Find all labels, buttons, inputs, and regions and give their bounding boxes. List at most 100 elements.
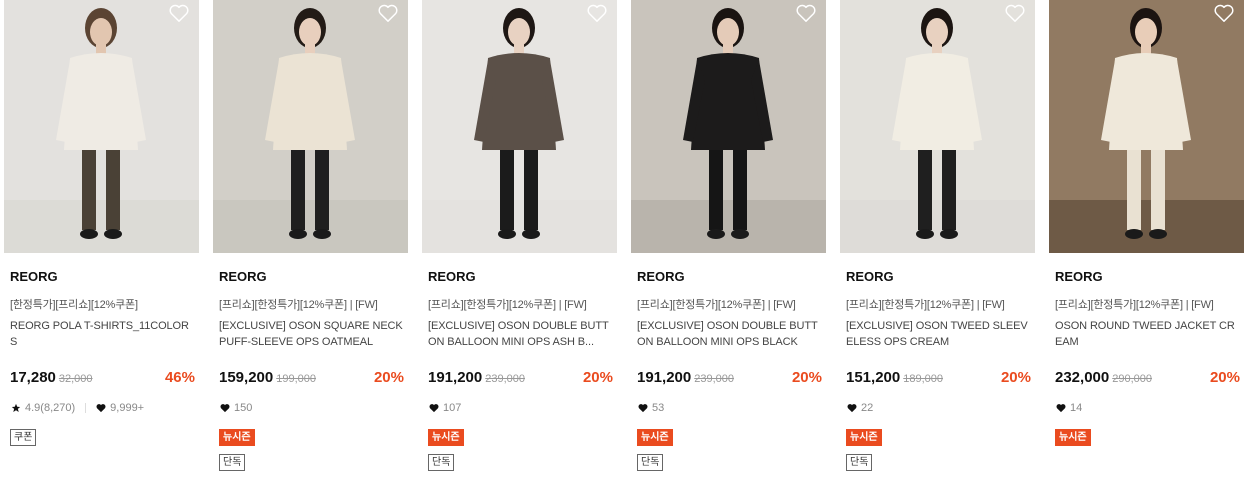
likes: 150 <box>220 402 252 414</box>
divider <box>85 403 87 413</box>
likes-count: 22 <box>861 402 874 414</box>
product-name[interactable]: [EXCLUSIVE] OSON SQUARE NECK PUFF-SLEEVE… <box>219 318 405 350</box>
product-photo[interactable] <box>1049 0 1244 253</box>
product-grid: REORG [한정특가][프리쇼][12%쿠폰] REORG POLA T-SH… <box>4 0 1245 478</box>
product-card[interactable]: REORG [프리쇼][한정특가][12%쿠폰] | [FW] [EXCLUSI… <box>213 0 408 478</box>
wishlist-heart-icon[interactable] <box>795 3 817 23</box>
wishlist-heart-icon[interactable] <box>168 3 190 23</box>
product-name[interactable]: OSON ROUND TWEED JACKET CREAM <box>1055 318 1241 350</box>
original-price: 32,000 <box>58 373 93 385</box>
product-card[interactable]: REORG [프리쇼][한정특가][12%쿠폰] | [FW] OSON ROU… <box>1049 0 1244 478</box>
discount-rate: 20% <box>582 369 613 386</box>
likes: 14 <box>1056 402 1082 414</box>
promo-tags: [프리쇼][한정특가][12%쿠폰] | [FW] <box>637 299 796 311</box>
heart-icon <box>220 404 230 413</box>
product-card[interactable]: REORG [프리쇼][한정특가][12%쿠폰] | [FW] [EXCLUSI… <box>840 0 1035 478</box>
product-name[interactable]: REORG POLA T-SHIRTS_11COLORS <box>10 318 196 350</box>
brand-name[interactable]: REORG <box>428 269 476 284</box>
likes: 107 <box>429 402 461 414</box>
wishlist-heart-icon[interactable] <box>586 3 608 23</box>
new-season-badge: 뉴시즌 <box>637 429 673 446</box>
product-photo[interactable] <box>422 0 617 253</box>
sale-price: 191,200 <box>428 369 483 386</box>
wishlist-heart-icon[interactable] <box>1004 3 1026 23</box>
promo-tags: [한정특가][프리쇼][12%쿠폰] <box>10 299 138 311</box>
product-photo[interactable] <box>631 0 826 253</box>
discount-rate: 20% <box>1209 369 1240 386</box>
promo-tags: [프리쇼][한정특가][12%쿠폰] | [FW] <box>219 299 378 311</box>
sale-price: 232,000 <box>1055 369 1110 386</box>
wishlist-heart-icon[interactable] <box>1213 3 1235 23</box>
heart-icon <box>1056 404 1066 413</box>
exclusive-badge: 단독 <box>428 454 455 471</box>
promo-tags: [프리쇼][한정특가][12%쿠폰] | [FW] <box>846 299 1005 311</box>
product-name[interactable]: [EXCLUSIVE] OSON DOUBLE BUTTON BALLOON M… <box>428 318 614 350</box>
coupon-badge: 쿠폰 <box>10 429 37 446</box>
exclusive-badge: 단독 <box>846 454 873 471</box>
product-name[interactable]: [EXCLUSIVE] OSON TWEED SLEEVELESS OPS CR… <box>846 318 1032 350</box>
new-season-badge: 뉴시즌 <box>219 429 255 446</box>
brand-name[interactable]: REORG <box>10 269 58 284</box>
original-price: 239,000 <box>694 373 734 385</box>
product-name[interactable]: [EXCLUSIVE] OSON DOUBLE BUTTON BALLOON M… <box>637 318 823 350</box>
product-card[interactable]: REORG [프리쇼][한정특가][12%쿠폰] | [FW] [EXCLUSI… <box>422 0 617 478</box>
sale-price: 159,200 <box>219 369 274 386</box>
brand-name[interactable]: REORG <box>219 269 267 284</box>
exclusive-badge: 단독 <box>637 454 664 471</box>
heart-icon <box>96 404 106 413</box>
price: 17,280 32,000 <box>10 369 93 386</box>
product-photo[interactable] <box>4 0 199 253</box>
product-image[interactable] <box>4 0 199 253</box>
promo-tags: [프리쇼][한정특가][12%쿠폰] | [FW] <box>428 299 587 311</box>
rating-value: 4.9(8,270) <box>25 402 76 414</box>
badge-list: 뉴시즌 <box>1055 427 1091 452</box>
exclusive-badge: 단독 <box>219 454 246 471</box>
badge-list: 뉴시즌단독 <box>846 427 882 477</box>
product-photo[interactable] <box>840 0 1035 253</box>
original-price: 189,000 <box>903 373 943 385</box>
price: 191,200 239,000 <box>637 369 734 386</box>
likes-count: 107 <box>443 402 462 414</box>
badge-list: 뉴시즌단독 <box>428 427 464 477</box>
product-meta: 53 <box>638 402 664 414</box>
discount-rate: 46% <box>164 369 195 386</box>
likes: 53 <box>638 402 664 414</box>
sale-price: 151,200 <box>846 369 901 386</box>
heart-icon <box>638 404 648 413</box>
likes: 9,999+ <box>96 402 144 414</box>
product-image[interactable] <box>631 0 826 253</box>
price: 191,200 239,000 <box>428 369 525 386</box>
new-season-badge: 뉴시즌 <box>428 429 464 446</box>
price: 151,200 189,000 <box>846 369 943 386</box>
likes-count: 9,999+ <box>110 402 145 414</box>
product-image[interactable] <box>213 0 408 253</box>
discount-rate: 20% <box>373 369 404 386</box>
brand-name[interactable]: REORG <box>846 269 894 284</box>
price: 159,200 199,000 <box>219 369 316 386</box>
discount-rate: 20% <box>791 369 822 386</box>
product-card[interactable]: REORG [프리쇼][한정특가][12%쿠폰] | [FW] [EXCLUSI… <box>631 0 826 478</box>
original-price: 290,000 <box>1112 373 1152 385</box>
product-image[interactable] <box>422 0 617 253</box>
product-meta: 14 <box>1056 402 1082 414</box>
sale-price: 17,280 <box>10 369 56 386</box>
rating: 4.9(8,270) <box>11 402 75 414</box>
star-icon <box>11 403 21 412</box>
product-meta: 150 <box>220 402 252 414</box>
product-card[interactable]: REORG [한정특가][프리쇼][12%쿠폰] REORG POLA T-SH… <box>4 0 199 478</box>
new-season-badge: 뉴시즌 <box>846 429 882 446</box>
promo-tags: [프리쇼][한정특가][12%쿠폰] | [FW] <box>1055 299 1214 311</box>
product-image[interactable] <box>840 0 1035 253</box>
likes-count: 150 <box>234 402 253 414</box>
heart-icon <box>429 404 439 413</box>
likes-count: 14 <box>1070 402 1083 414</box>
product-image[interactable] <box>1049 0 1244 253</box>
badge-list: 뉴시즌단독 <box>219 427 255 477</box>
brand-name[interactable]: REORG <box>1055 269 1103 284</box>
sale-price: 191,200 <box>637 369 692 386</box>
product-meta: 107 <box>429 402 461 414</box>
product-photo[interactable] <box>213 0 408 253</box>
wishlist-heart-icon[interactable] <box>377 3 399 23</box>
likes: 22 <box>847 402 873 414</box>
brand-name[interactable]: REORG <box>637 269 685 284</box>
